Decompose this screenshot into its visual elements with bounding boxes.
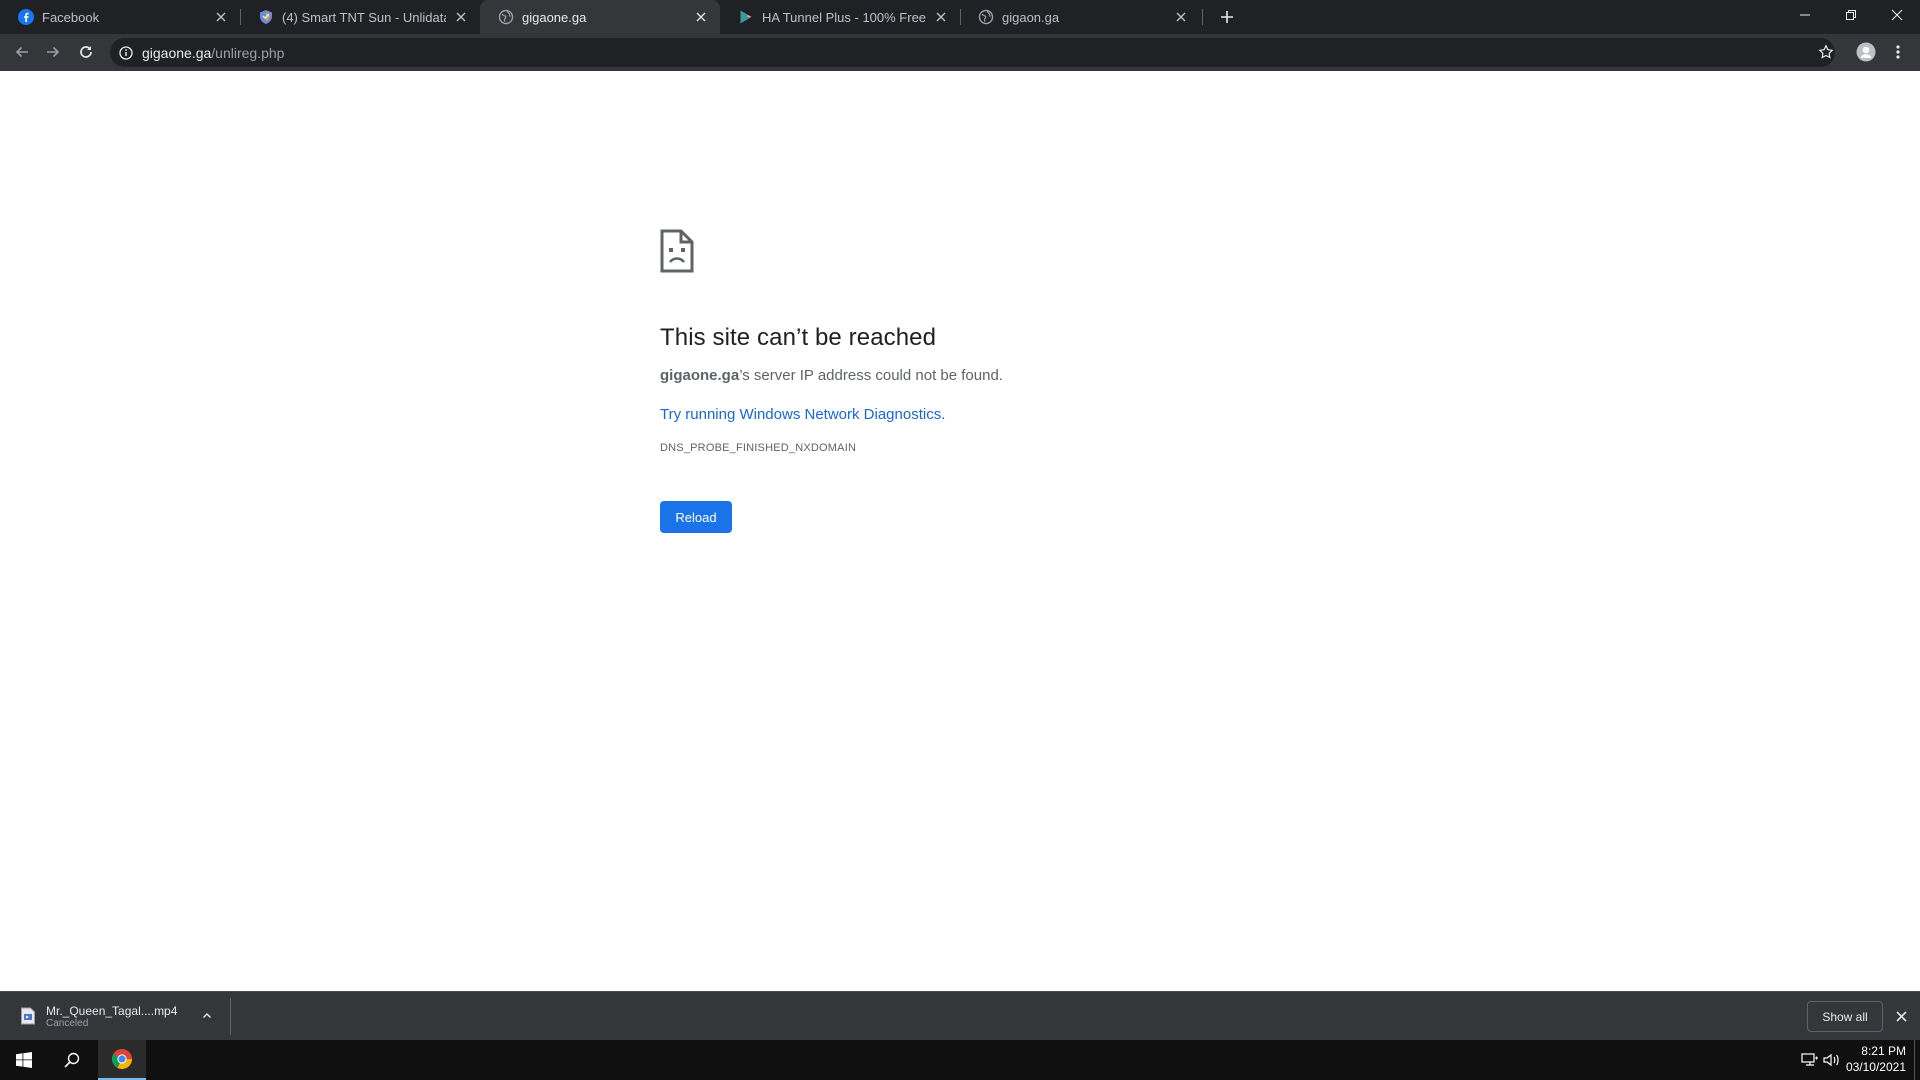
browser-toolbar: gigaone.ga/unlireg.php	[0, 34, 1920, 71]
url-path: /unlireg.php	[211, 44, 285, 61]
close-icon	[1891, 9, 1903, 21]
tab-title: HA Tunnel Plus - 100% Free VPN	[762, 9, 926, 25]
avatar-icon	[1856, 42, 1876, 62]
tab-smart-tnt[interactable]: (4) Smart TNT Sun - Unlidata all p	[240, 0, 480, 34]
close-icon	[1895, 1010, 1907, 1022]
tab-strip: Facebook (4) Smart TNT Sun - Unlidata al…	[0, 0, 1920, 34]
close-icon[interactable]	[932, 8, 950, 26]
close-icon[interactable]	[692, 8, 710, 26]
clock-time: 8:21 PM	[1861, 1044, 1906, 1058]
clock-date: 03/10/2021	[1845, 1060, 1906, 1074]
windows-logo-icon	[16, 1052, 32, 1068]
close-icon[interactable]	[212, 8, 230, 26]
error-code: DNS_PROBE_FINISHED_NXDOMAIN	[660, 442, 857, 454]
error-container: This site can’t be reached gigaone.ga’s …	[660, 229, 1260, 533]
play-store-icon	[738, 9, 754, 25]
forward-button[interactable]	[39, 38, 67, 66]
search-button[interactable]	[48, 1040, 96, 1080]
search-icon	[64, 1052, 80, 1068]
error-host: gigaone.ga	[660, 367, 740, 384]
tab-title: (4) Smart TNT Sun - Unlidata all p	[282, 9, 446, 25]
reload-button[interactable]	[72, 38, 100, 66]
tab-title: gigaon.ga	[1002, 9, 1060, 25]
network-icon[interactable]	[1800, 1050, 1820, 1070]
tab-facebook[interactable]: Facebook	[0, 0, 240, 34]
tab-gigaon[interactable]: gigaon.ga	[960, 0, 1200, 34]
download-shelf: Mr._Queen_Tagal....mp4 Canceled Show all	[0, 991, 1920, 1040]
show-desktop-button[interactable]	[1914, 1040, 1915, 1080]
close-shelf-button[interactable]	[1891, 1006, 1911, 1026]
chrome-taskbar-button[interactable]	[98, 1040, 146, 1080]
file-icon	[21, 1007, 35, 1025]
address-bar[interactable]: gigaone.ga/unlireg.php	[110, 38, 1835, 67]
globe-icon	[498, 9, 514, 25]
download-text: Mr._Queen_Tagal....mp4 Canceled	[46, 1004, 177, 1029]
tab-ha-tunnel[interactable]: HA Tunnel Plus - 100% Free VPN	[720, 0, 960, 34]
chevron-up-icon[interactable]	[198, 1007, 216, 1025]
error-message: ’s server IP address could not be found.	[739, 367, 1003, 384]
error-description: gigaone.ga’s server IP address could not…	[660, 366, 1260, 386]
sad-page-icon	[660, 229, 694, 273]
plus-icon	[1221, 11, 1233, 23]
taskbar-clock[interactable]: 8:21 PM 03/10/2021	[1836, 1043, 1906, 1075]
back-button[interactable]	[8, 38, 36, 66]
restore-button[interactable]	[1828, 0, 1874, 30]
show-all-button[interactable]: Show all	[1807, 1001, 1883, 1032]
close-icon[interactable]	[1172, 8, 1190, 26]
url-text[interactable]: gigaone.ga/unlireg.php	[142, 45, 284, 61]
profile-button[interactable]	[1852, 38, 1880, 66]
restore-icon	[1846, 10, 1856, 20]
forward-arrow-icon	[47, 46, 60, 58]
reload-icon	[80, 46, 92, 58]
tab-gigaone[interactable]: gigaone.ga	[480, 0, 720, 34]
star-icon	[1818, 44, 1834, 59]
close-window-button[interactable]	[1874, 0, 1920, 30]
tab-title: Facebook	[42, 9, 100, 25]
start-button[interactable]	[0, 1040, 48, 1080]
globe-icon	[978, 9, 994, 25]
error-title: This site can’t be reached	[660, 324, 937, 351]
tab-separator	[1202, 9, 1203, 25]
facebook-icon	[18, 9, 34, 25]
tab-title: gigaone.ga	[522, 9, 587, 25]
close-icon[interactable]	[452, 8, 470, 26]
download-filename: Mr._Queen_Tagal....mp4	[46, 1003, 178, 1018]
url-host: gigaone.ga	[142, 44, 212, 61]
info-icon[interactable]	[119, 45, 133, 60]
chrome-icon	[111, 1049, 132, 1069]
page-content: This site can’t be reached gigaone.ga’s …	[0, 71, 1920, 991]
windows-taskbar: 8:21 PM 03/10/2021	[0, 1040, 1920, 1080]
reload-page-button[interactable]: Reload	[660, 501, 732, 533]
download-item[interactable]: Mr._Queen_Tagal....mp4 Canceled	[12, 998, 230, 1034]
menu-button[interactable]	[1884, 38, 1912, 66]
shelf-divider	[230, 998, 231, 1035]
back-arrow-icon	[15, 46, 28, 58]
kebab-menu-icon	[1896, 45, 1900, 59]
bookmark-button[interactable]	[1812, 38, 1840, 66]
new-tab-button[interactable]	[1215, 5, 1239, 29]
minimize-button[interactable]	[1782, 0, 1828, 30]
shield-icon	[258, 9, 274, 25]
minimize-icon	[1800, 14, 1810, 16]
diagnostics-link[interactable]: Try running Windows Network Diagnostics.	[660, 405, 1260, 425]
download-status: Canceled	[46, 1017, 89, 1029]
